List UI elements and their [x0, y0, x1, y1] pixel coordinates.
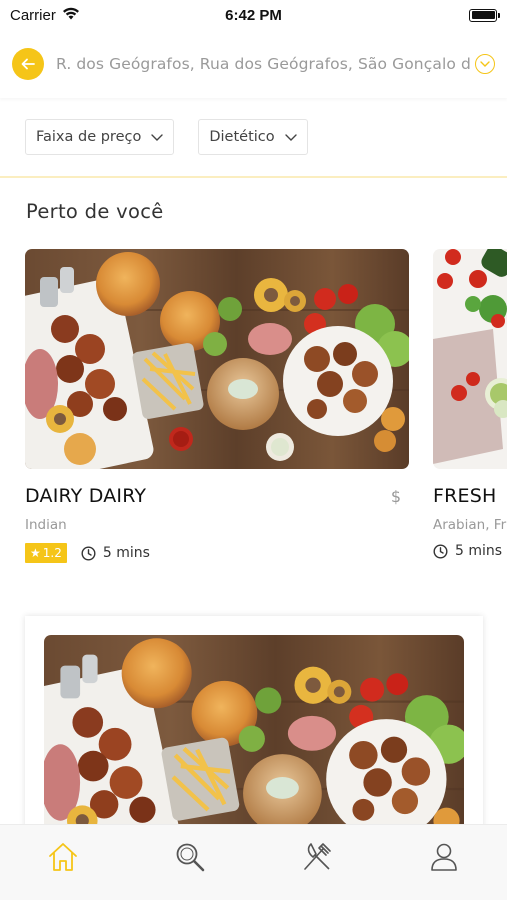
- card-meta: ★ 1.2 5 mins: [25, 543, 409, 563]
- back-button[interactable]: [12, 48, 44, 80]
- filter-bar: Faixa de preço Dietético: [0, 98, 507, 178]
- price-level: $: [390, 486, 401, 506]
- time-value: 5 mins: [102, 545, 150, 561]
- status-bar: Carrier 6:42 PM: [0, 0, 507, 30]
- carousel-track: DAIRY DAIRY $ Indian ★ 1.2 5 mins FRESH …: [25, 249, 507, 563]
- filter-label: Dietético: [209, 129, 275, 145]
- card-header: FRESH: [433, 485, 507, 507]
- user-icon: [430, 843, 457, 871]
- chevron-down-icon: [480, 61, 490, 67]
- clock-icon: [81, 545, 96, 561]
- section-title: Perto de você: [26, 200, 164, 223]
- arrow-left-icon: [21, 58, 35, 70]
- tab-restaurants[interactable]: [287, 837, 347, 877]
- chevron-down-icon: [284, 133, 297, 141]
- rating-badge: ★ 1.2: [25, 543, 67, 563]
- delivery-time: 5 mins: [81, 545, 150, 561]
- wifi-icon: [62, 7, 80, 24]
- tab-search[interactable]: [160, 837, 220, 877]
- rating-value: 1.2: [42, 546, 62, 560]
- time-value: 5 mins: [455, 543, 503, 559]
- clock-icon: [433, 543, 448, 559]
- delivery-address[interactable]: R. dos Geógrafos, Rua dos Geógrafos, São…: [56, 55, 471, 73]
- card-meta: 5 mins: [433, 543, 507, 559]
- address-bar: R. dos Geógrafos, Rua dos Geógrafos, São…: [0, 30, 507, 98]
- chevron-down-icon: [151, 133, 164, 141]
- card-header: DAIRY DAIRY $: [25, 485, 409, 507]
- battery-level: [471, 11, 495, 19]
- nearby-carousel[interactable]: DAIRY DAIRY $ Indian ★ 1.2 5 mins FRESH …: [25, 249, 507, 579]
- restaurant-photo: [25, 249, 409, 469]
- delivery-time: 5 mins: [433, 543, 502, 559]
- tab-profile[interactable]: [414, 837, 474, 877]
- address-dropdown-button[interactable]: [475, 54, 495, 74]
- search-icon: [176, 843, 205, 872]
- filter-label: Faixa de preço: [36, 129, 142, 145]
- tab-home[interactable]: [33, 837, 93, 877]
- battery-icon: [469, 8, 500, 22]
- dietary-filter[interactable]: Dietético: [198, 119, 308, 155]
- restaurant-photo: [433, 249, 507, 469]
- fork-knife-icon: [304, 843, 331, 870]
- restaurant-card[interactable]: FRESH Arabian, Fr 5 mins: [433, 249, 507, 563]
- price-range-filter[interactable]: Faixa de preço: [25, 119, 175, 155]
- home-icon: [49, 843, 78, 871]
- cuisine-label: Arabian, Fr: [433, 517, 507, 533]
- carrier-label: Carrier: [10, 6, 56, 24]
- restaurant-name: DAIRY DAIRY: [25, 485, 147, 507]
- cuisine-label: Indian: [25, 517, 67, 533]
- status-left: Carrier: [10, 7, 80, 24]
- restaurant-card[interactable]: DAIRY DAIRY $ Indian ★ 1.2 5 mins: [25, 249, 409, 563]
- star-icon: ★: [30, 546, 41, 560]
- restaurant-name: FRESH: [433, 485, 497, 507]
- bottom-tab-bar: [0, 824, 507, 900]
